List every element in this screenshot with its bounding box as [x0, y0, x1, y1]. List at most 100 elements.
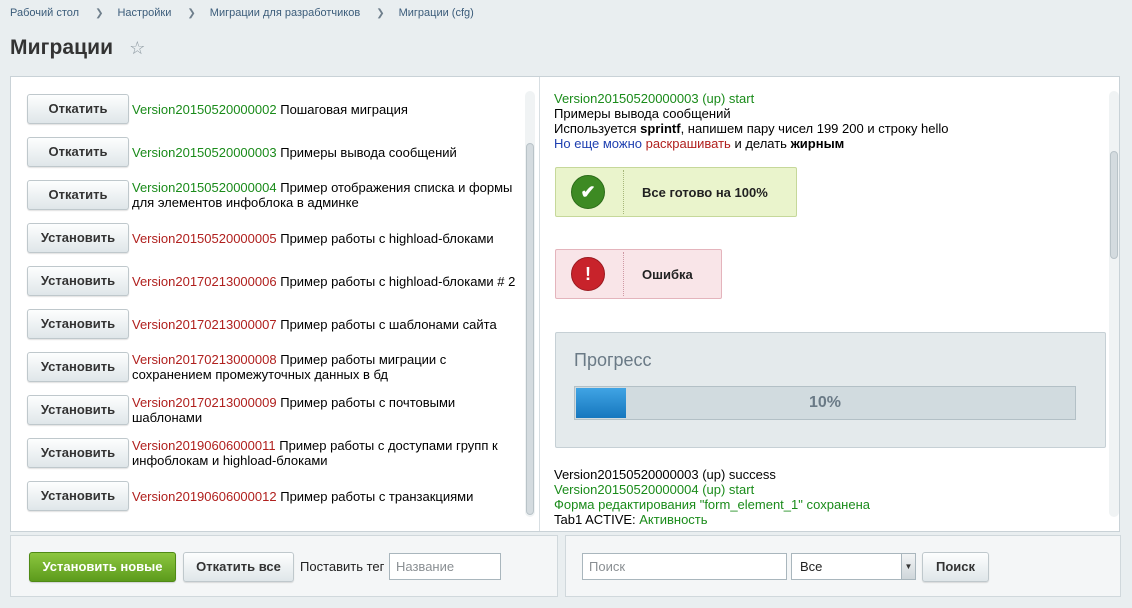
breadcrumb-item-desktop[interactable]: Рабочий стол — [10, 7, 79, 19]
migration-text: Version20170213000006 Пример работы с hi… — [132, 263, 527, 299]
chevron-down-icon: ▼ — [901, 554, 915, 579]
progress-title: Прогресс — [574, 350, 652, 370]
migration-description: Пример работы с шаблонами сайта — [280, 316, 497, 332]
log-line: Форма редактирования "form_element_1" со… — [554, 497, 870, 512]
migration-text: Version20190606000011 Пример работы с до… — [132, 435, 527, 471]
tag-label: Поставить тег — [300, 559, 385, 574]
log-scrollbar-thumb[interactable] — [1110, 151, 1118, 259]
log-text: и делать — [730, 136, 791, 151]
success-message: ✔ Все готово на 100% — [555, 167, 797, 217]
log-output-top: Version20150520000003 (up) start Примеры… — [554, 91, 1114, 151]
migration-row: Установить Version20170213000008 Пример р… — [27, 349, 525, 387]
migration-version: Version20150520000004 — [132, 180, 277, 195]
log-scrollbar[interactable] — [1109, 91, 1119, 517]
divider — [623, 252, 624, 296]
migration-row: Откатить Version20150520000004 Пример ото… — [27, 177, 525, 215]
migration-row: Установить Version20190606000012 Пример р… — [27, 478, 525, 516]
log-panel: Version20150520000003 (up) start Примеры… — [540, 77, 1119, 531]
filter-select[interactable]: Все ▼ — [791, 553, 916, 580]
migration-description: Примеры вывода сообщений — [280, 144, 457, 160]
log-text: Tab1 ACTIVE: — [554, 512, 640, 527]
list-scrollbar[interactable] — [525, 91, 535, 517]
migration-row: Установить Version20190606000011 Пример р… — [27, 435, 525, 473]
log-line: Но еще можно раскрашивать и делать жирны… — [554, 136, 1114, 151]
log-line: Примеры вывода сообщений — [554, 106, 731, 121]
log-text-bold: sprintf — [640, 121, 681, 136]
breadcrumb-item-migrations-cfg[interactable]: Миграции (cfg) — [399, 7, 474, 19]
divider — [623, 170, 624, 214]
migration-description: Пример работы с транзакциями — [280, 488, 474, 504]
chevron-right-icon: ❯ — [187, 8, 196, 19]
rollback-button[interactable]: Откатить — [27, 94, 129, 124]
log-line: Tab1 ACTIVE: Активность — [554, 512, 1114, 527]
migration-row: Откатить Version20150520000003 Примеры вы… — [27, 134, 525, 172]
star-icon[interactable]: ☆ — [129, 38, 145, 59]
chevron-right-icon: ❯ — [376, 8, 385, 19]
tag-name-input[interactable] — [389, 553, 501, 580]
rollback-all-button[interactable]: Откатить все — [183, 552, 294, 582]
migration-row: Откатить Version20150520000002 Пошаговая … — [27, 91, 525, 129]
search-button[interactable]: Поиск — [922, 552, 989, 582]
log-output-bottom: Version20150520000003 (up) success Versi… — [554, 467, 1114, 527]
migration-description-wrap: Version20150520000003 Примеры вывода соо… — [132, 145, 457, 160]
install-button[interactable]: Установить — [27, 438, 129, 468]
migration-description-wrap: Version20150520000005 Пример работы с hi… — [132, 231, 494, 246]
rollback-button[interactable]: Откатить — [27, 180, 129, 210]
check-circle-icon: ✔ — [571, 175, 605, 209]
migration-text: Version20170213000009 Пример работы с по… — [132, 392, 527, 428]
migration-description-wrap: Version20190606000011 Пример работы с до… — [132, 438, 527, 468]
actions-bar: Установить новые Откатить все Поставить … — [10, 535, 558, 597]
log-line: Version20150520000004 (up) start — [554, 482, 755, 497]
breadcrumb-item-dev-migrations[interactable]: Миграции для разработчиков — [210, 7, 360, 19]
migration-text: Version20170213000007 Пример работы с ша… — [132, 306, 527, 342]
title-row: Миграции ☆ — [10, 36, 145, 64]
main-panel: Откатить Version20150520000002 Пошаговая … — [10, 76, 1120, 532]
migration-description-wrap: Version20170213000008 Пример работы мигр… — [132, 352, 527, 382]
log-line: Version20150520000003 (up) start — [554, 91, 755, 106]
search-input[interactable] — [582, 553, 787, 580]
migration-description-wrap: Version20150520000004 Пример отображения… — [132, 180, 527, 210]
error-message: ! Ошибка — [555, 249, 722, 299]
log-text-red: раскрашивать — [645, 136, 731, 151]
breadcrumb: Рабочий стол ❯ Настройки ❯ Миграции для разр… — [10, 7, 474, 19]
migration-version: Version20190606000011 — [132, 438, 276, 453]
migration-row: Установить Version20170213000006 Пример р… — [27, 263, 525, 301]
log-line: Version20150520000003 (up) success — [554, 467, 776, 482]
migration-description: Пример работы с highload-блоками — [280, 230, 494, 246]
migrations-list-panel: Откатить Version20150520000002 Пошаговая … — [11, 77, 540, 531]
migration-version: Version20150520000003 — [132, 144, 277, 160]
rollback-button[interactable]: Откатить — [27, 137, 129, 167]
migration-text: Version20150520000005 Пример работы с hi… — [132, 220, 527, 256]
install-button[interactable]: Установить — [27, 481, 129, 511]
success-message-text: Все готово на 100% — [642, 184, 768, 200]
install-button[interactable]: Установить — [27, 266, 129, 296]
migration-description-wrap: Version20190606000012 Пример работы с тр… — [132, 489, 473, 504]
migration-version: Version20170213000009 — [132, 395, 277, 410]
migration-description-wrap: Version20150520000002 Пошаговая миграция — [132, 102, 408, 117]
migration-text: Version20150520000003 Примеры вывода соо… — [132, 134, 527, 170]
error-message-text: Ошибка — [642, 266, 693, 282]
migration-description: Пример работы с highload-блоками # 2 — [280, 273, 516, 289]
migration-row: Установить Version20170213000007 Пример р… — [27, 306, 525, 344]
page-title: Миграции — [10, 36, 114, 59]
filter-select-value: Все — [800, 559, 823, 574]
migration-description-wrap: Version20170213000009 Пример работы с по… — [132, 395, 527, 425]
log-text-blue: Но еще можно — [554, 136, 646, 151]
migration-description-wrap: Version20170213000007 Пример работы с ша… — [132, 317, 497, 332]
progress-box: Прогресс 10% — [555, 332, 1106, 448]
install-button[interactable]: Установить — [27, 352, 129, 382]
progress-text: 10% — [808, 394, 842, 411]
install-button[interactable]: Установить — [27, 395, 129, 425]
exclamation-circle-icon: ! — [571, 257, 605, 291]
breadcrumb-item-settings[interactable]: Настройки — [117, 7, 171, 19]
install-new-button[interactable]: Установить новые — [29, 552, 176, 582]
migration-version: Version20170213000006 — [132, 273, 277, 289]
migration-text: Version20190606000012 Пример работы с тр… — [132, 478, 527, 514]
migration-version: Version20150520000002 — [132, 101, 277, 117]
migration-version: Version20150520000005 — [132, 230, 277, 246]
list-scrollbar-thumb[interactable] — [526, 143, 534, 515]
log-line: Используется sprintf, напишем пару чисел… — [554, 121, 1114, 136]
install-button[interactable]: Установить — [27, 223, 129, 253]
search-bar: Все ▼ Поиск — [565, 535, 1121, 597]
install-button[interactable]: Установить — [27, 309, 129, 339]
